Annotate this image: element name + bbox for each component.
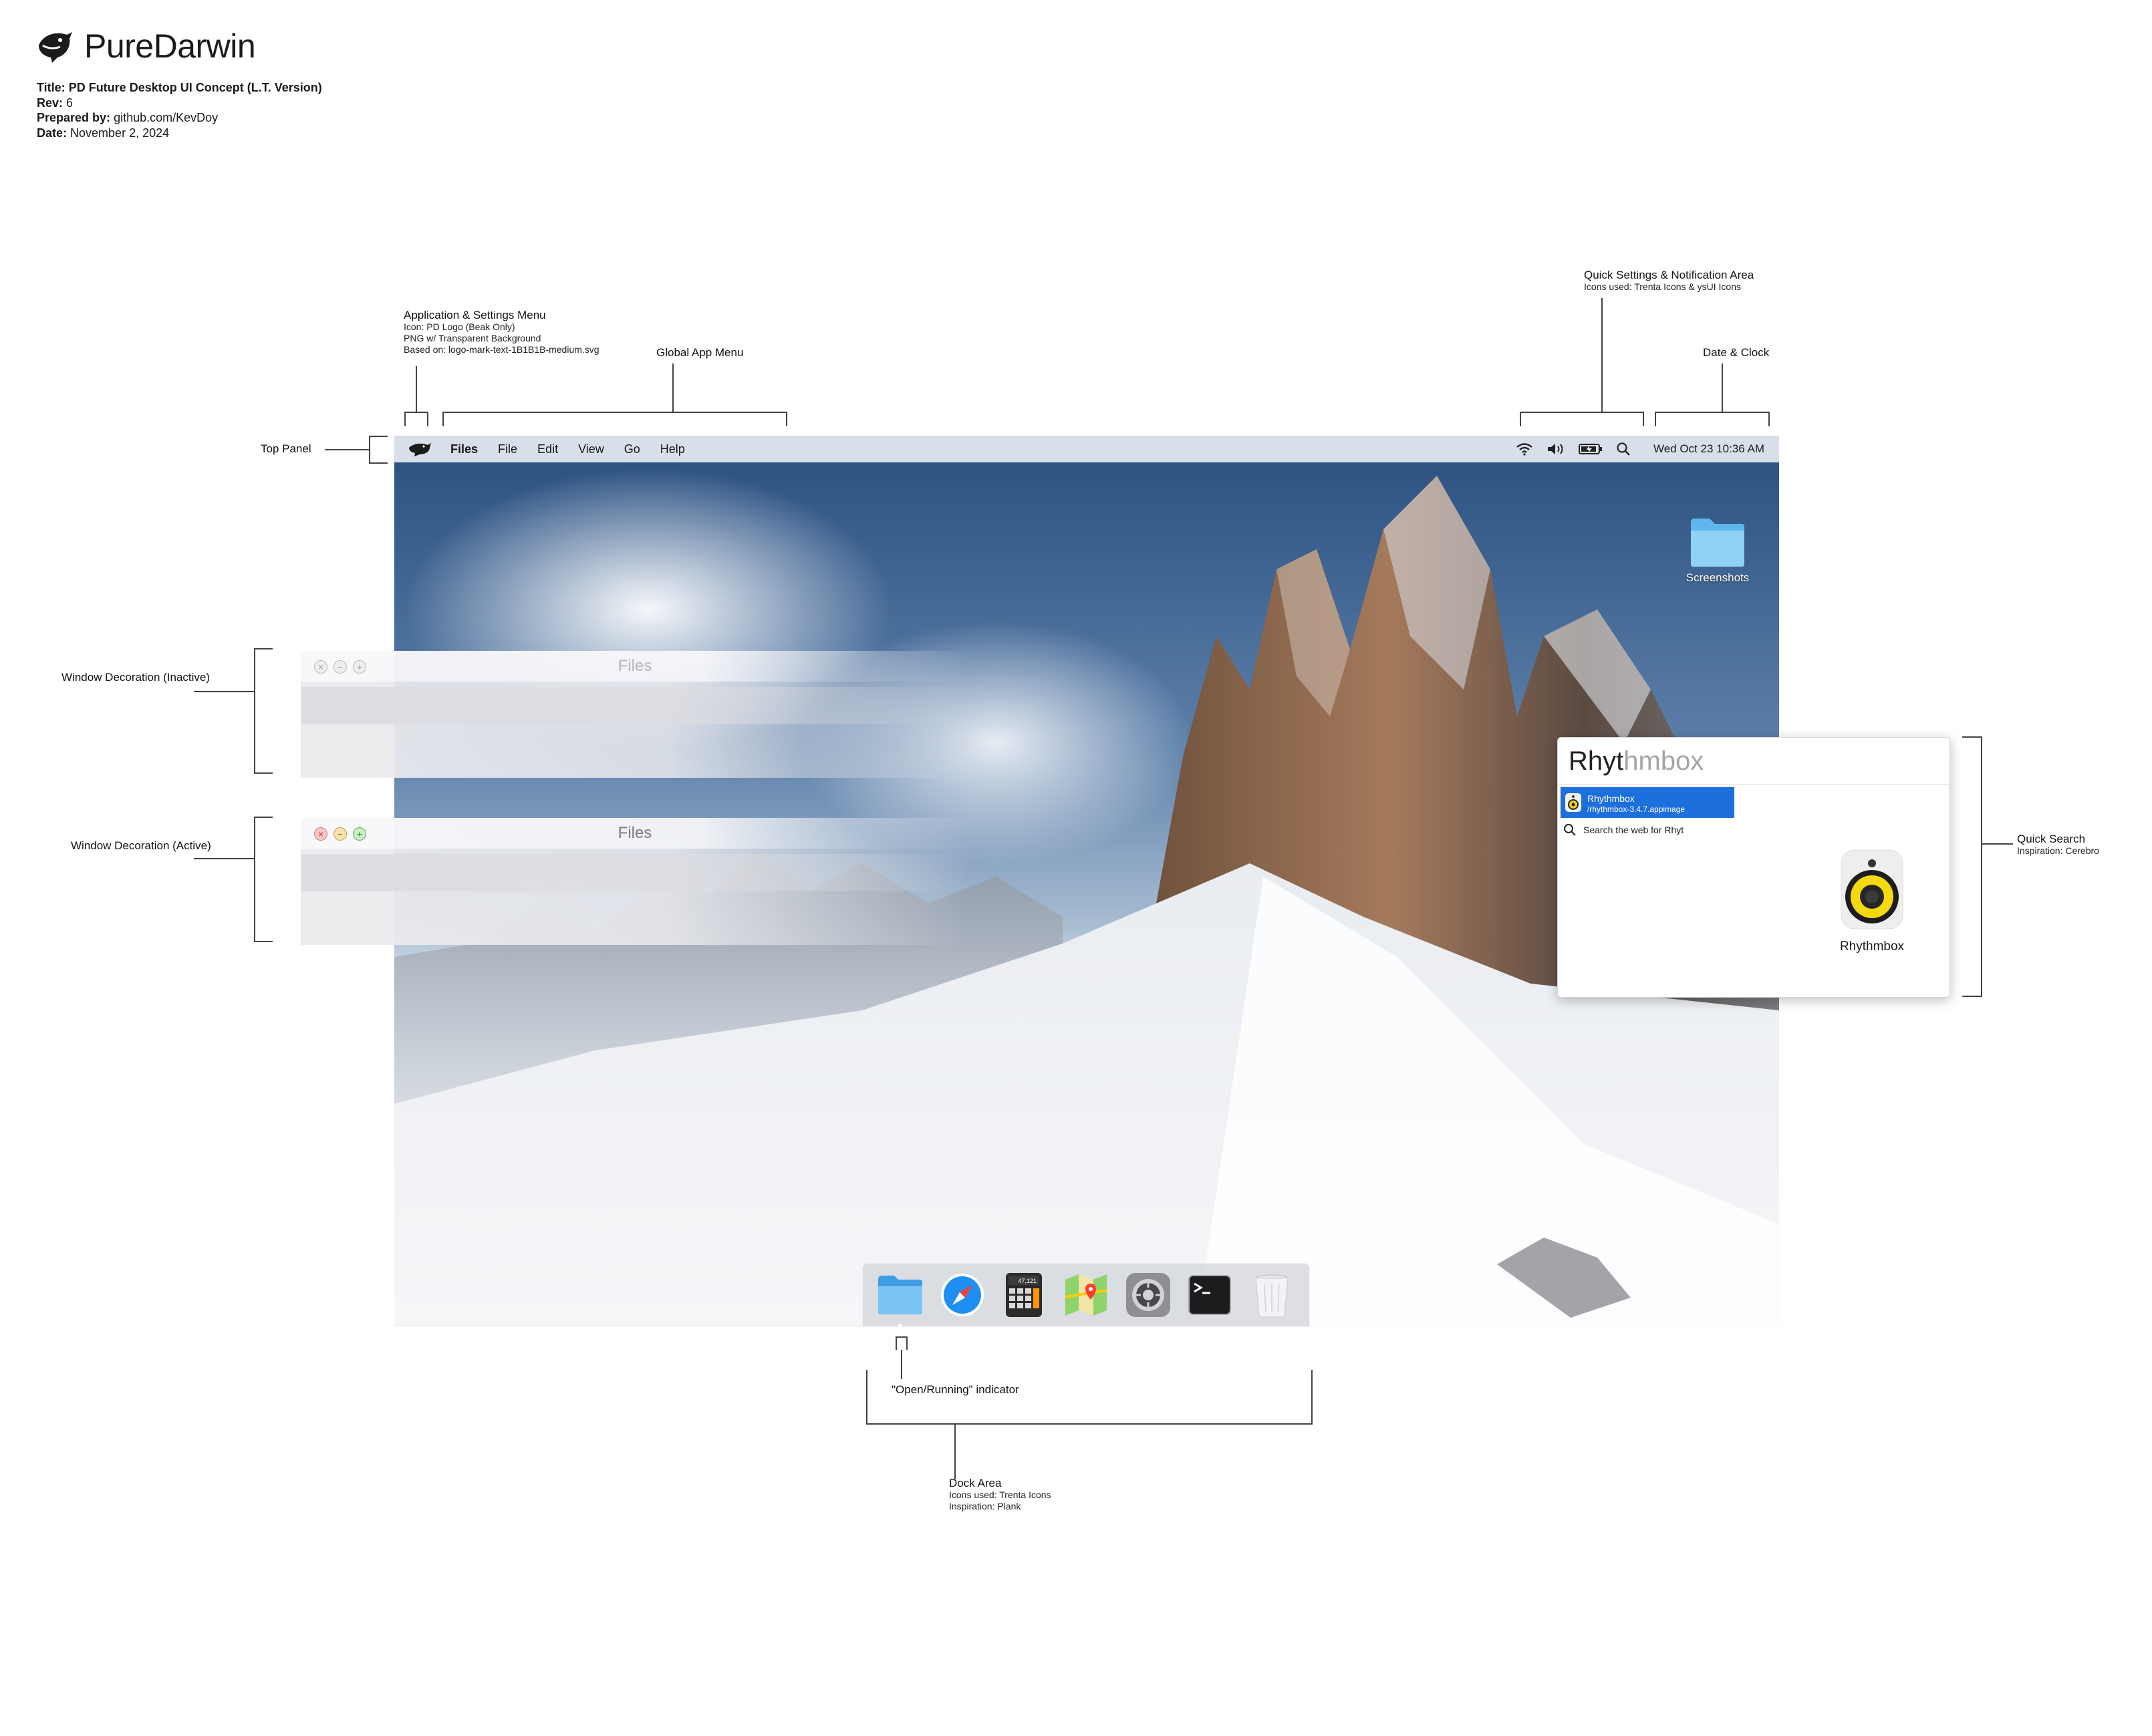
calculator-icon: 47,121 — [1006, 1273, 1043, 1317]
dock-item-settings[interactable] — [1123, 1270, 1173, 1320]
search-icon[interactable] — [1616, 442, 1631, 456]
window-titlebar-active[interactable]: × − + Files — [301, 818, 969, 849]
web-search-label: Search the web for Rhyt — [1583, 825, 1684, 835]
window-body — [301, 682, 969, 778]
annotation-top-panel: Top Panel — [261, 442, 311, 455]
brand-header: PureDarwin — [33, 25, 256, 67]
terminal-icon — [1188, 1275, 1232, 1315]
menu-app-name[interactable]: Files — [450, 442, 478, 456]
menu-view[interactable]: View — [578, 442, 604, 456]
maximize-button[interactable]: + — [353, 660, 366, 674]
dock-item-files[interactable] — [876, 1270, 925, 1327]
date-clock[interactable]: Wed Oct 23 10:36 AM — [1653, 442, 1764, 456]
minimize-button[interactable]: − — [333, 827, 347, 841]
brand-name: PureDarwin — [84, 27, 256, 65]
folder-icon — [878, 1276, 923, 1314]
preview-label: Rhythmbox — [1839, 939, 1905, 954]
meta-title: Title: PD Future Desktop UI Concept (L.T… — [37, 81, 322, 94]
dock-item-calculator[interactable]: 47,121 — [999, 1270, 1049, 1320]
close-button[interactable]: × — [314, 660, 327, 674]
annotation-app-menu: Application & Settings Menu Icon: PD Log… — [404, 309, 599, 355]
battery-icon[interactable] — [1579, 442, 1603, 456]
annotation-date-clock: Date & Clock — [1703, 346, 1770, 359]
window-titlebar-inactive[interactable]: × − + Files — [301, 651, 969, 682]
menu-file[interactable]: File — [498, 442, 517, 456]
quick-search-input[interactable]: Rhythmbox — [1558, 738, 1949, 785]
menu-edit[interactable]: Edit — [537, 442, 558, 456]
document-meta: Title: PD Future Desktop UI Concept (L.T… — [37, 80, 322, 140]
close-button[interactable]: × — [314, 827, 327, 841]
result-title: Rhythmbox — [1587, 793, 1635, 804]
global-app-menu: Files File Edit View Go Help — [450, 442, 685, 456]
maps-icon — [1065, 1274, 1107, 1316]
annotation-dock-area: Dock Area Icons used: Trenta Icons Inspi… — [949, 1477, 1051, 1511]
dock: 47,121 — [862, 1263, 1310, 1327]
annotation-window-inactive: Window Decoration (Inactive) — [61, 671, 211, 684]
annotation-quick-search: Quick Search Inspiration: Cerebro — [2017, 833, 2099, 856]
quick-search-panel: Rhythmbox Rhythmbox /rhythmbox-3.4.7.app… — [1557, 737, 1950, 998]
minimize-button[interactable]: − — [333, 660, 347, 674]
annotation-window-active: Window Decoration (Active) — [71, 839, 211, 852]
window-active: × − + Files — [301, 818, 969, 945]
window-title: Files — [618, 657, 652, 675]
calculator-display: 47,121 — [1019, 1278, 1037, 1284]
volume-icon[interactable] — [1546, 442, 1565, 456]
quick-settings-tray: Wed Oct 23 10:36 AM — [1516, 436, 1764, 462]
dock-item-terminal[interactable] — [1185, 1270, 1234, 1320]
maximize-button[interactable]: + — [353, 827, 366, 841]
annotation-running-indicator: "Open/Running" indicator — [892, 1383, 1019, 1396]
annotation-quick-settings: Quick Settings & Notification Area Icons… — [1584, 269, 1754, 292]
settings-icon — [1125, 1273, 1170, 1317]
result-path: /rhythmbox-3.4.7.appimage — [1587, 805, 1686, 814]
annotation-global-menu: Global App Menu — [656, 346, 744, 359]
web-search-item[interactable]: Search the web for Rhyt — [1563, 823, 1684, 837]
trash-icon — [1255, 1274, 1289, 1318]
search-icon — [1564, 824, 1576, 836]
search-typed-text: Rhyt — [1569, 746, 1624, 776]
window-title: Files — [618, 824, 652, 842]
rhythmbox-icon — [1565, 793, 1581, 812]
meta-rev: Rev: 6 — [37, 96, 74, 110]
desktop-folder-screenshots[interactable]: Screenshots — [1677, 516, 1758, 585]
meta-author: Prepared by: github.com/KevDoy — [37, 111, 219, 124]
dock-item-browser[interactable] — [938, 1270, 987, 1320]
top-panel: Files File Edit View Go Help Wed Oct 23 … — [394, 436, 1779, 462]
menu-go[interactable]: Go — [624, 442, 640, 456]
dock-item-trash[interactable] — [1247, 1270, 1297, 1320]
search-result-item[interactable]: Rhythmbox /rhythmbox-3.4.7.appimage — [1561, 787, 1734, 818]
safari-icon — [940, 1274, 984, 1316]
running-indicator — [898, 1324, 903, 1327]
desktop-icon-label: Screenshots — [1686, 571, 1750, 584]
menu-help[interactable]: Help — [660, 442, 685, 456]
rhythmbox-preview-icon — [1841, 849, 1903, 929]
window-inactive: × − + Files — [301, 651, 969, 778]
dock-item-maps[interactable] — [1061, 1270, 1111, 1320]
folder-icon — [1691, 519, 1744, 567]
wifi-icon[interactable] — [1516, 442, 1533, 456]
meta-date: Date: November 2, 2024 — [37, 126, 170, 140]
app-settings-menu-icon[interactable] — [408, 441, 432, 457]
puredarwin-logo-icon — [39, 32, 72, 63]
window-body — [301, 849, 969, 945]
search-completion-text: hmbox — [1623, 746, 1704, 776]
